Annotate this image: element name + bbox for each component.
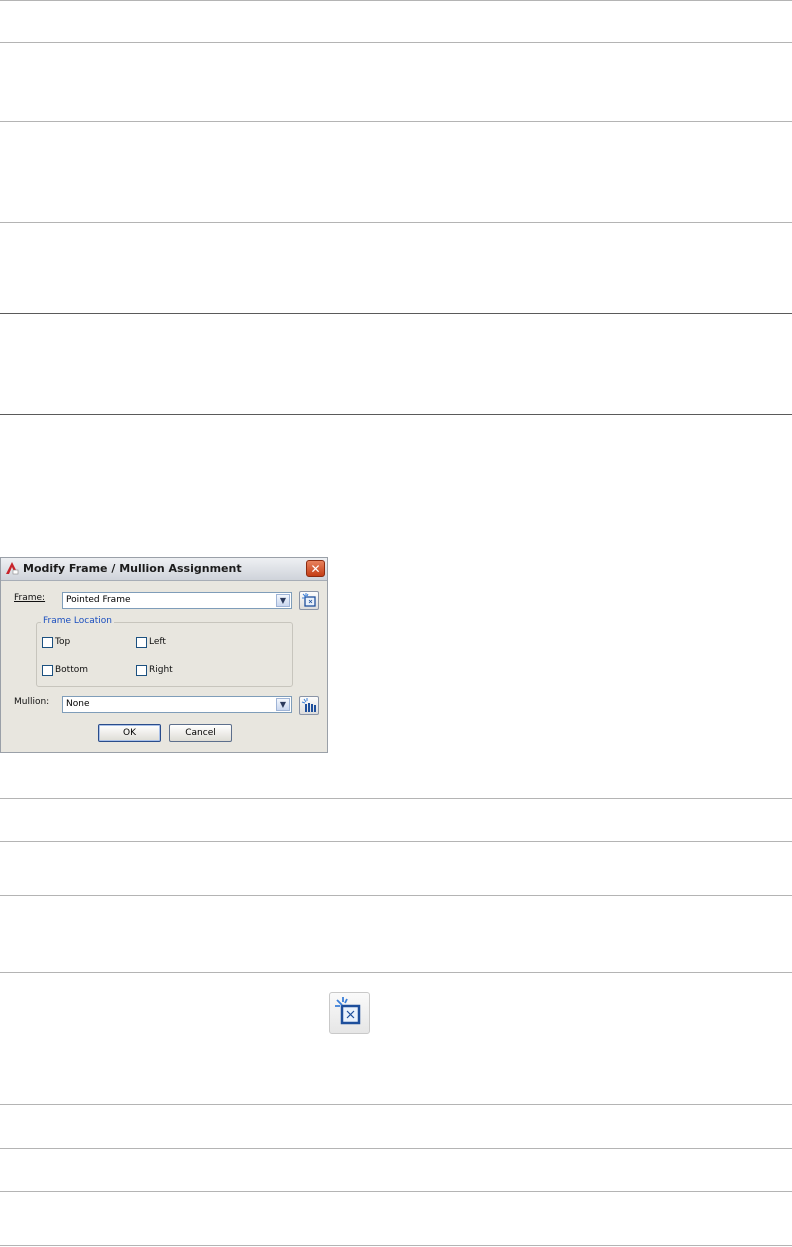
left-checkbox[interactable] — [136, 637, 147, 648]
ok-button-label: OK — [123, 728, 136, 738]
table-rule — [0, 42, 792, 43]
table-rule — [0, 1245, 792, 1246]
edit-mullion-button[interactable] — [299, 696, 319, 715]
frame-location-group — [36, 622, 293, 687]
mullion-value: None — [66, 699, 90, 709]
edit-mullion-icon — [301, 698, 316, 712]
table-rule — [0, 222, 792, 223]
bottom-label: Bottom — [55, 665, 89, 675]
table-rule — [0, 121, 792, 122]
edit-frame-icon — [302, 593, 316, 607]
dialog-titlebar: Modify Frame / Mullion Assignment ✕ — [1, 558, 327, 581]
frame-value: Pointed Frame — [66, 595, 131, 605]
table-rule — [0, 414, 792, 415]
cancel-button-label: Cancel — [185, 728, 216, 738]
table-rule — [0, 895, 792, 896]
table-rule — [0, 313, 792, 314]
bottom-checkbox[interactable] — [42, 665, 53, 676]
table-rule — [0, 841, 792, 842]
frame-dropdown[interactable]: Pointed Frame ▼ — [62, 592, 292, 609]
frame-label: Frame: — [14, 593, 46, 603]
cancel-button[interactable]: Cancel — [169, 724, 232, 742]
table-rule — [0, 1191, 792, 1192]
mullion-dropdown[interactable]: None ▼ — [62, 696, 292, 713]
chevron-down-icon[interactable]: ▼ — [276, 594, 290, 607]
autocad-app-icon — [6, 562, 19, 575]
edit-frame-icon-enlarged — [329, 992, 370, 1034]
top-label: Top — [55, 637, 71, 647]
right-checkbox[interactable] — [136, 665, 147, 676]
left-label: Left — [149, 637, 166, 647]
frame-location-title: Frame Location — [41, 616, 114, 626]
edit-frame-button[interactable] — [299, 591, 319, 610]
table-rule — [0, 0, 792, 1]
dialog-title: Modify Frame / Mullion Assignment — [23, 562, 242, 575]
mullion-label: Mullion: — [14, 697, 50, 707]
table-rule — [0, 798, 792, 799]
table-rule — [0, 1148, 792, 1149]
chevron-down-icon[interactable]: ▼ — [276, 698, 290, 711]
top-checkbox[interactable] — [42, 637, 53, 648]
close-button[interactable]: ✕ — [306, 560, 325, 577]
edit-frame-icon — [335, 997, 361, 1025]
close-icon: ✕ — [310, 562, 321, 576]
right-label: Right — [149, 665, 173, 675]
ok-button[interactable]: OK — [98, 724, 161, 742]
modify-frame-mullion-dialog: Modify Frame / Mullion Assignment ✕ Fram… — [0, 557, 328, 753]
table-rule — [0, 1104, 792, 1105]
table-rule — [0, 972, 792, 973]
